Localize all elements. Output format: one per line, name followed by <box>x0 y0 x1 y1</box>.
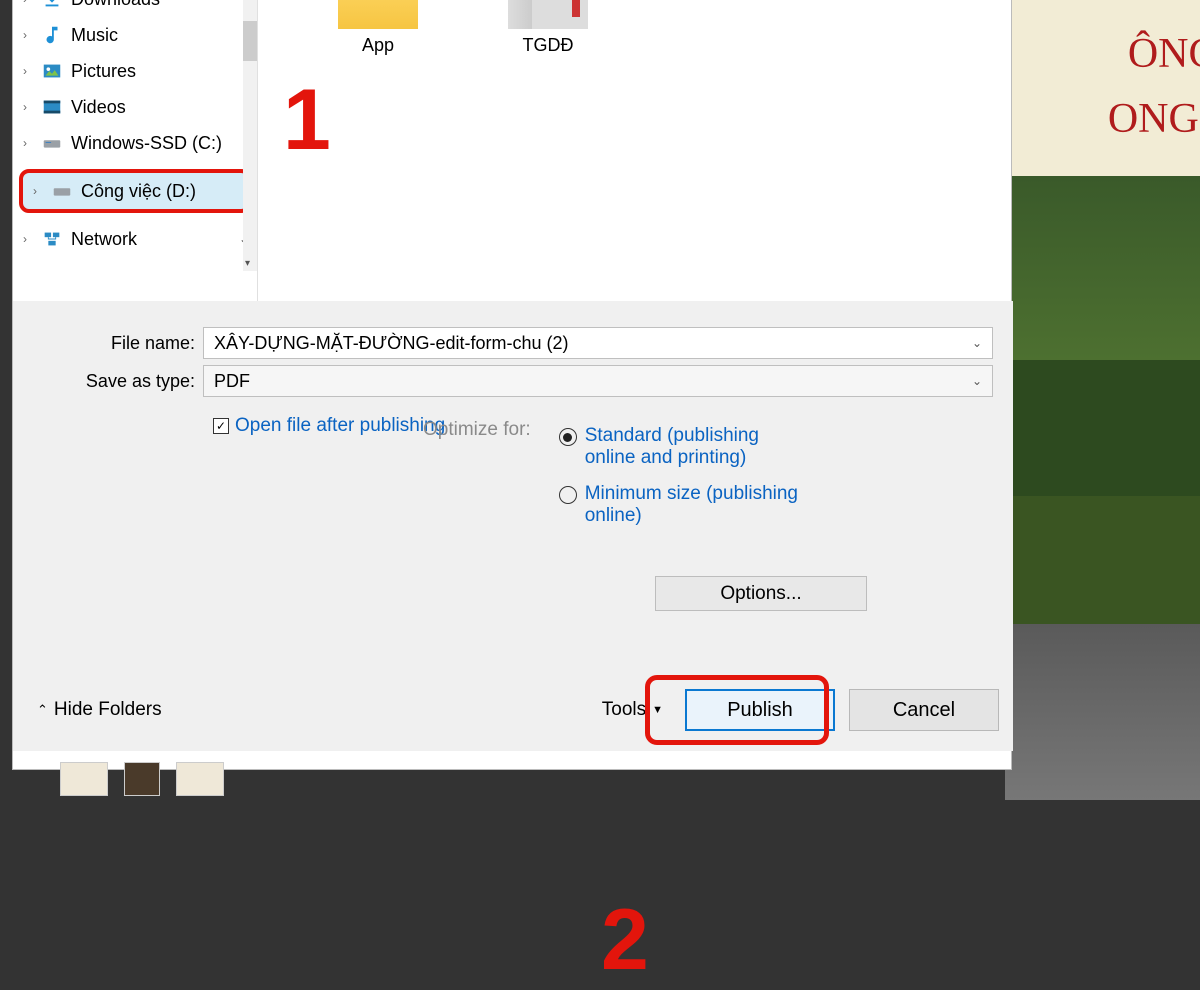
background-thumbnails <box>60 762 224 796</box>
open-after-checkbox[interactable]: ✓ Open file after publishing <box>213 415 445 437</box>
radio-standard-label: Standard (publishing online and printing… <box>585 425 815 469</box>
thumbnail <box>176 762 224 796</box>
publish-button[interactable]: Publish <box>685 689 835 731</box>
filename-input[interactable]: XÂY-DỰNG-MẶT-ĐƯỜNG-edit-form-chu (2) ⌄ <box>203 327 993 359</box>
bg-text-2: ONG DỤ <box>1108 95 1200 143</box>
filename-value: XÂY-DỰNG-MẶT-ĐƯỜNG-edit-form-chu (2) <box>214 333 569 354</box>
dialog-bottom-row: ⌃ Hide Folders Tools ▼ Publish Cancel <box>13 689 1013 731</box>
nav-drive-d[interactable]: › Công việc (D:) <box>19 169 251 213</box>
nav-label: Công việc (D:) <box>81 181 196 202</box>
nav-videos[interactable]: › Videos <box>13 89 257 125</box>
scrollbar-thumb[interactable] <box>243 21 257 61</box>
folder-app[interactable]: App <box>338 0 418 56</box>
chevron-up-icon: ⌃ <box>37 702 48 718</box>
cancel-button[interactable]: Cancel <box>849 689 999 731</box>
folder-icon <box>338 0 418 29</box>
save-dialog: › Downloads › Music › Pictures › Videos … <box>12 0 1012 770</box>
navigation-pane: › Downloads › Music › Pictures › Videos … <box>13 0 258 301</box>
nav-label: Videos <box>71 97 126 118</box>
chevron-right-icon: › <box>23 136 27 150</box>
nav-label: Pictures <box>71 61 136 82</box>
radio-icon <box>559 486 577 504</box>
chevron-right-icon: › <box>23 64 27 78</box>
chevron-down-icon[interactable]: ⌄ <box>972 336 982 350</box>
nav-label: Network <box>71 229 137 250</box>
annotation-2: 2 <box>601 891 649 990</box>
chevron-right-icon: › <box>23 28 27 42</box>
music-icon <box>41 24 63 46</box>
download-icon <box>41 0 63 10</box>
hide-folders-label: Hide Folders <box>54 699 162 721</box>
chevron-down-icon[interactable]: ⌄ <box>972 374 982 388</box>
optimize-group: Optimize for: Standard (publishing onlin… <box>423 419 815 541</box>
chevron-right-icon: › <box>23 100 27 114</box>
chevron-right-icon: › <box>23 232 27 246</box>
nav-music[interactable]: › Music <box>13 17 257 53</box>
drive-icon <box>41 132 63 154</box>
savetype-label: Save as type: <box>13 371 203 392</box>
hide-folders-button[interactable]: ⌃ Hide Folders <box>37 699 162 721</box>
annotation-1: 1 <box>283 71 331 170</box>
video-icon <box>41 96 63 118</box>
nav-downloads[interactable]: › Downloads <box>13 0 257 17</box>
screenshot-stage: ÔNG HẠ ONG DỤ › Downloads › Music › Pict… <box>0 0 1200 800</box>
radio-standard[interactable]: Standard (publishing online and printing… <box>559 425 815 469</box>
filename-row: File name: XÂY-DỰNG-MẶT-ĐƯỜNG-edit-form-… <box>13 327 1013 359</box>
nav-drive-c[interactable]: › Windows-SSD (C:) <box>13 125 257 161</box>
open-after-label: Open file after publishing <box>235 415 445 437</box>
folder-label: TGDĐ <box>508 35 588 56</box>
checkbox-icon: ✓ <box>213 418 229 434</box>
nav-label: Music <box>71 25 118 46</box>
chevron-right-icon: › <box>33 184 37 198</box>
save-form: File name: XÂY-DỰNG-MẶT-ĐƯỜNG-edit-form-… <box>13 301 1013 751</box>
network-icon <box>41 228 63 250</box>
savetype-value: PDF <box>214 371 250 392</box>
thumbnail <box>60 762 108 796</box>
nav-label: Windows-SSD (C:) <box>71 133 222 154</box>
nav-network[interactable]: › Network ⌄ <box>13 221 257 257</box>
picture-icon <box>41 60 63 82</box>
scroll-down-icon[interactable]: ▾ <box>245 258 250 269</box>
nav-pictures[interactable]: › Pictures <box>13 53 257 89</box>
nav-label: Downloads <box>71 0 160 10</box>
options-button[interactable]: Options... <box>655 576 867 611</box>
thumbnail <box>124 762 160 796</box>
radio-minimum[interactable]: Minimum size (publishing online) <box>559 483 815 527</box>
bg-text-1: ÔNG HẠ <box>1128 30 1200 78</box>
folder-view[interactable]: App TGDĐ <box>268 0 1008 81</box>
folder-tgdd[interactable]: TGDĐ <box>508 0 588 56</box>
dropdown-caret-icon: ▼ <box>652 704 663 716</box>
background-image: ÔNG HẠ ONG DỤ <box>1005 0 1200 800</box>
filename-label: File name: <box>13 333 203 354</box>
radio-minimum-label: Minimum size (publishing online) <box>585 483 815 527</box>
tools-label: Tools <box>602 699 646 721</box>
tools-dropdown[interactable]: Tools ▼ <box>602 699 663 721</box>
nav-scrollbar[interactable]: ▾ <box>243 0 257 271</box>
savetype-select[interactable]: PDF ⌄ <box>203 365 993 397</box>
folder-label: App <box>338 35 418 56</box>
radio-icon <box>559 428 577 446</box>
chevron-right-icon: › <box>23 0 27 6</box>
savetype-row: Save as type: PDF ⌄ <box>13 365 1013 397</box>
drive-icon <box>51 180 73 202</box>
optimize-label: Optimize for: <box>423 419 531 541</box>
folder-icon <box>508 0 588 29</box>
